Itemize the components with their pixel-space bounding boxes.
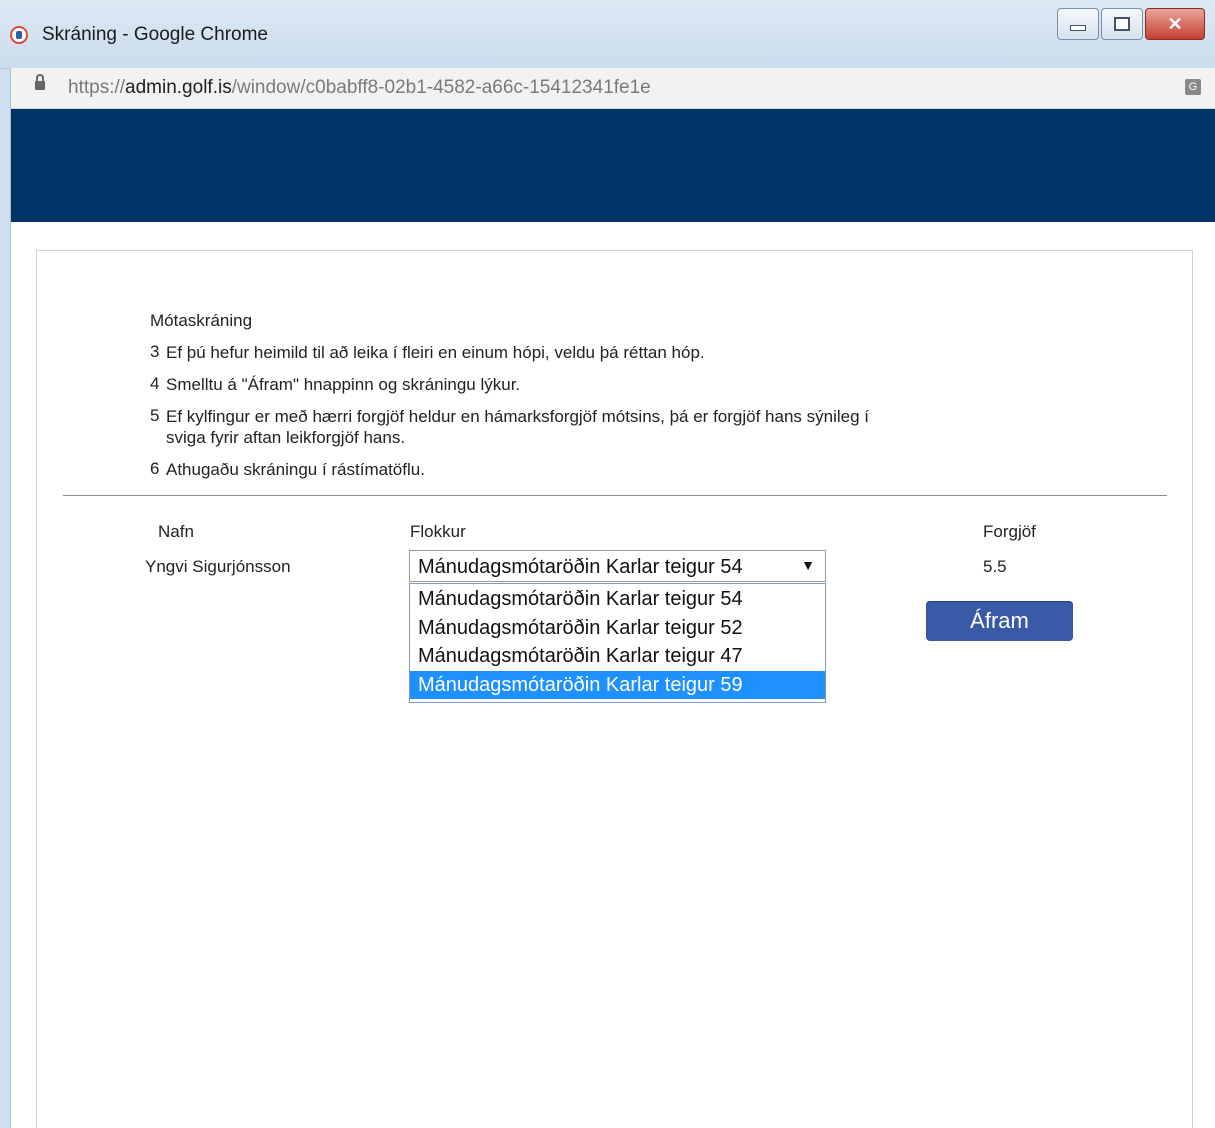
- instruction-number: 6: [150, 459, 160, 478]
- group-option-highlighted[interactable]: Mánudagsmótaröðin Karlar teigur 59: [410, 671, 825, 699]
- lock-icon: [35, 74, 45, 90]
- group-option[interactable]: Mánudagsmótaröðin Karlar teigur 52: [410, 614, 825, 642]
- window-controls: ✕: [1055, 8, 1205, 42]
- instruction-number: 4: [150, 374, 160, 393]
- column-header-handicap: Forgjöf: [983, 522, 1036, 541]
- page-banner: [11, 109, 1215, 222]
- column-header-group: Flokkur: [410, 522, 466, 541]
- url-host: admin.golf.is: [125, 77, 232, 98]
- url-scheme: https://: [68, 77, 126, 98]
- handicap-value: 5.5: [983, 557, 1007, 576]
- minimize-icon: [1070, 25, 1086, 31]
- url-text[interactable]: https://admin.golf.is/window/c0babff8-02…: [68, 77, 651, 99]
- minimize-button[interactable]: [1057, 8, 1099, 40]
- instruction-text: Ef kylfingur er með hærri forgjöf heldur…: [166, 407, 869, 426]
- instruction-text: Athugaðu skráningu í rástímatöflu.: [166, 460, 425, 479]
- instructions-title: Mótaskráning: [150, 311, 253, 330]
- window-titlebar: Skráning - Google Chrome ✕: [0, 0, 1215, 69]
- maximize-button[interactable]: [1101, 8, 1143, 40]
- close-button[interactable]: ✕: [1145, 8, 1205, 40]
- instruction-text: Ef þú hefur heimild til að leika í fleir…: [166, 343, 705, 362]
- chrome-app-icon: [10, 26, 28, 44]
- column-header-name: Nafn: [158, 522, 194, 541]
- player-name: Yngvi Sigurjónsson: [145, 557, 291, 576]
- close-icon: ✕: [1167, 13, 1183, 34]
- instruction-text-continued: sviga fyrir aftan leikforgjöf hans.: [166, 428, 406, 447]
- instruction-number: 3: [150, 342, 160, 361]
- instruction-text: Smelltu á "Áfram" hnappinn og skráningu …: [166, 375, 521, 394]
- translate-icon[interactable]: G: [1185, 79, 1201, 95]
- url-path: /window/c0babff8-02b1-4582-a66c-15412341…: [231, 77, 651, 98]
- divider: [63, 495, 1167, 496]
- group-option[interactable]: Mánudagsmótaröðin Karlar teigur 47: [410, 642, 825, 670]
- dropdown-arrow-icon: ▼: [801, 557, 815, 573]
- maximize-icon: [1114, 17, 1130, 31]
- window-title: Skráning - Google Chrome: [42, 24, 268, 45]
- address-bar[interactable]: https://admin.golf.is/window/c0babff8-02…: [11, 68, 1215, 109]
- group-options-list: Mánudagsmótaröðin Karlar teigur 54 Mánud…: [409, 583, 826, 703]
- group-option[interactable]: Mánudagsmótaröðin Karlar teigur 54: [410, 585, 825, 613]
- continue-button[interactable]: Áfram: [926, 601, 1073, 641]
- group-select[interactable]: Mánudagsmótaröðin Karlar teigur 54 ▼: [409, 550, 826, 582]
- window-left-border: [0, 0, 11, 1128]
- instruction-number: 5: [150, 406, 160, 425]
- group-select-value: Mánudagsmótaröðin Karlar teigur 54: [418, 556, 743, 578]
